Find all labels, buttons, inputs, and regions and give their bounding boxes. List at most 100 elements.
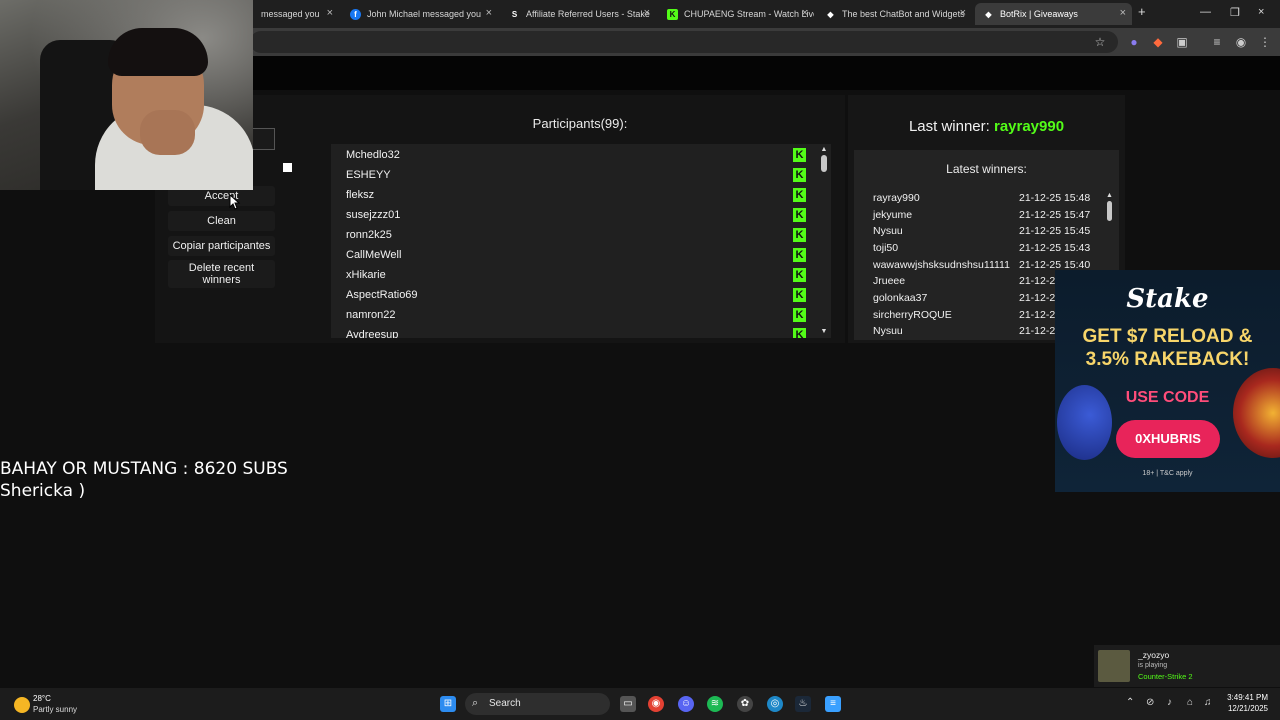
close-tab-icon[interactable]: ×	[960, 7, 966, 19]
tab-botrix-chatbot[interactable]: ◆ The best ChatBot and Widgets ×	[817, 3, 972, 25]
tab-messaged-you[interactable]: messaged you ×	[253, 3, 339, 25]
windows-start-icon[interactable]: ⊞	[440, 696, 456, 712]
tab-title: The best ChatBot and Widgets	[842, 9, 965, 19]
scroll-up-icon[interactable]: ▲	[1106, 192, 1113, 199]
weather-sun-icon	[14, 697, 30, 713]
streamer-hand	[140, 110, 195, 155]
new-tab-button[interactable]: +	[1138, 4, 1146, 19]
list-item: namron22 K	[346, 305, 806, 325]
tab-title: BotRix | Giveaways	[1000, 9, 1078, 19]
scroll-down-icon[interactable]: ▼	[820, 328, 828, 335]
list-item: susejzzz01 K	[346, 205, 806, 225]
list-item: AspectRatio69 K	[346, 285, 806, 305]
participant-name: Aydreesup	[346, 329, 399, 338]
delete-recent-winners-button[interactable]: Delete recent winners	[168, 260, 275, 288]
table-row: Nysuu 21-12-25 15:45	[873, 225, 1113, 241]
search-icon: ⌕	[472, 697, 479, 709]
stake-logo: Stake	[1126, 284, 1209, 314]
last-winner-name: rayray990	[993, 118, 1065, 135]
winner-date: 21-12-2	[1019, 325, 1056, 337]
winner-date: 21-12-2	[1019, 309, 1056, 321]
more-menu-icon[interactable]: ⋮	[1258, 35, 1272, 49]
participants-scrollbar[interactable]: ▲ ▼	[820, 146, 828, 336]
kick-icon: K	[793, 328, 806, 338]
participant-name: Mchedlo32	[346, 149, 400, 161]
close-tab-icon[interactable]: ×	[327, 7, 333, 19]
participants-list[interactable]: Mchedlo32 K ESHEYY K fleksz K susejzzz01 K r…	[331, 144, 831, 338]
kick-icon: K	[793, 228, 806, 242]
bookmark-star-icon[interactable]: ☆	[1093, 35, 1107, 49]
mic-muted-icon[interactable]: ⊘	[1146, 697, 1154, 708]
volume-icon[interactable]: ♫	[1204, 697, 1212, 708]
winner-name: jekyume	[873, 209, 913, 221]
tray-chevron-icon[interactable]: ⌃	[1126, 697, 1134, 708]
close-tab-icon[interactable]: ×	[802, 7, 808, 19]
tab-title: John Michael messaged you	[367, 9, 482, 19]
clock-time: 3:49:41 PM	[1227, 693, 1268, 702]
participant-name: AspectRatio69	[346, 289, 418, 301]
url-input[interactable]	[250, 31, 1118, 53]
app-icon[interactable]: ✿	[737, 696, 753, 712]
tab-stake-affiliate[interactable]: S Affiliate Referred Users - Stake ×	[501, 3, 656, 25]
close-window-icon[interactable]: ×	[1258, 6, 1264, 18]
maximize-icon[interactable]: ❐	[1230, 6, 1240, 19]
microphone-icon[interactable]: ♪	[1167, 697, 1172, 708]
stake-ad-banner: Stake GET $7 RELOAD & 3.5% RAKEBACK! USE…	[1055, 270, 1280, 492]
webcam-overlay	[0, 0, 253, 190]
tab-title: Affiliate Referred Users - Stake	[526, 9, 650, 19]
list-item: ESHEYY K	[346, 165, 806, 185]
kick-icon: K	[793, 288, 806, 302]
task-view-icon[interactable]: ▭	[620, 696, 636, 712]
list-item: fleksz K	[346, 185, 806, 205]
steam-icon[interactable]: ♨	[795, 696, 811, 712]
copy-participants-button[interactable]: Copiar participantes	[168, 236, 275, 256]
extension-icon[interactable]: ◆	[1151, 35, 1165, 49]
ad-fine-print: 18+ | T&C apply	[1142, 470, 1193, 477]
chrome-icon[interactable]: ◉	[648, 696, 664, 712]
spotify-icon[interactable]: ≋	[707, 696, 723, 712]
activity-notification[interactable]: _zyozyo is playing Counter-Strike 2	[1094, 645, 1280, 687]
facebook-icon: f	[350, 8, 361, 20]
weather-desc: Partly sunny	[33, 705, 78, 714]
participant-name: ronn2k25	[346, 229, 392, 241]
notification-game: Counter-Strike 2	[1138, 672, 1193, 681]
participant-name: ESHEYY	[346, 169, 391, 181]
puzzle-icon[interactable]: ▣	[1175, 35, 1189, 49]
scroll-up-icon[interactable]: ▲	[820, 146, 828, 153]
kick-icon: K	[793, 248, 806, 262]
winner-name: Jrueee	[873, 275, 906, 287]
network-icon[interactable]: ⌂	[1187, 697, 1193, 708]
ad-headline-line2: 3.5% RAKEBACK!	[1085, 349, 1250, 370]
clock-date: 12/21/2025	[1227, 704, 1268, 713]
avatar[interactable]: ◉	[1234, 35, 1248, 49]
winner-name: toji50	[873, 242, 899, 254]
winner-name: Nysuu	[873, 225, 903, 237]
keyword-input[interactable]	[250, 128, 275, 150]
ad-headline-line1: GET $7 RELOAD &	[1082, 326, 1253, 347]
checkbox[interactable]	[283, 163, 292, 172]
extension-icon[interactable]: ●	[1127, 35, 1141, 49]
tab-botrix-giveaways[interactable]: ◆ BotRix | Giveaways ×	[975, 3, 1132, 25]
menu-list-icon[interactable]: ≡	[1210, 35, 1224, 49]
sub-goal-text: BAHAY OR MUSTANG : 8620 SUBS	[0, 459, 288, 479]
participant-name: xHikarie	[346, 269, 386, 281]
discord-icon[interactable]: ☺	[678, 696, 694, 712]
app-icon[interactable]: ◎	[767, 696, 783, 712]
close-tab-icon[interactable]: ×	[1120, 7, 1126, 19]
taskbar-search[interactable]: ⌕ Search	[465, 693, 610, 715]
tab-kick-stream[interactable]: K CHUPAENG Stream - Watch Live ×	[659, 3, 814, 25]
system-clock[interactable]: 3:49:41 PM 12/21/2025	[1227, 692, 1268, 714]
latest-winners-title: Latest winners:	[946, 162, 1027, 176]
notepad-icon[interactable]: ≡	[825, 696, 841, 712]
clean-button[interactable]: Clean	[168, 211, 275, 231]
list-item: Mchedlo32 K	[346, 145, 806, 165]
kick-icon: K	[793, 208, 806, 222]
minimize-icon[interactable]: —	[1200, 6, 1211, 18]
scroll-thumb[interactable]	[821, 155, 827, 172]
scroll-thumb[interactable]	[1107, 201, 1112, 221]
close-tab-icon[interactable]: ×	[486, 7, 492, 19]
tab-john-michael[interactable]: f John Michael messaged you ×	[342, 3, 498, 25]
participant-name: namron22	[346, 309, 396, 321]
close-tab-icon[interactable]: ×	[644, 7, 650, 19]
last-winner: Last winner: rayray990	[848, 118, 1125, 135]
